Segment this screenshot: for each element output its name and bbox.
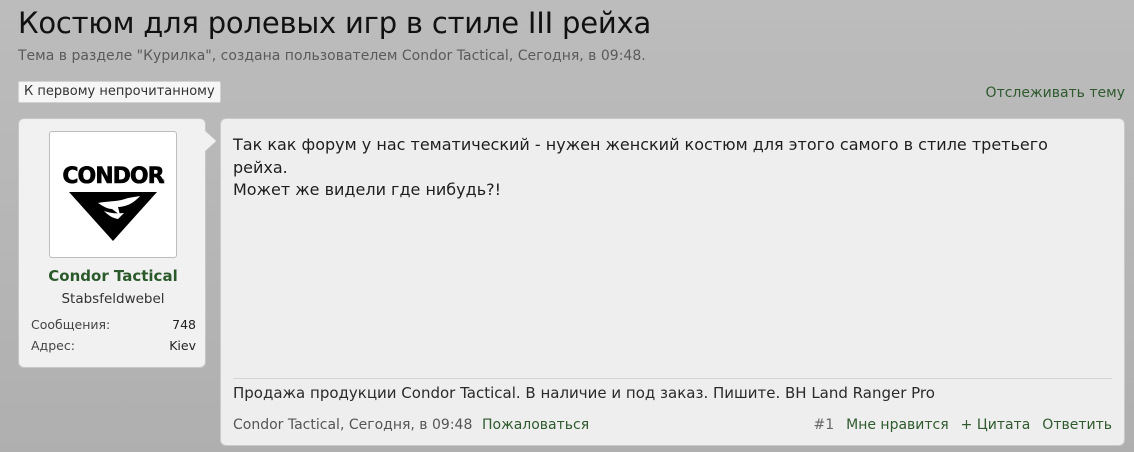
post-author-link[interactable]: Condor Tactical bbox=[233, 417, 340, 433]
watch-thread-link[interactable]: Отслеживать тему bbox=[986, 85, 1125, 101]
post-line: Так как форум у нас тематический - нужен… bbox=[233, 135, 1048, 177]
stat-value: 748 bbox=[172, 317, 196, 332]
stat-value: Kiev bbox=[169, 338, 196, 353]
post-number-link[interactable]: #1 bbox=[813, 417, 834, 433]
report-link[interactable]: Пожаловаться bbox=[482, 417, 589, 433]
post-time[interactable]: , Сегодня, в 09:48 bbox=[340, 417, 472, 433]
post-meta: Condor Tactical, Сегодня, в 09:48 bbox=[233, 417, 472, 433]
user-title: Stabsfeldwebel bbox=[61, 291, 165, 307]
stat-label: Адрес: bbox=[31, 338, 75, 353]
post-body: Так как форум у нас тематический - нужен… bbox=[220, 118, 1125, 446]
user-info-panel: CONDOR Condor Tactical Stabsfeldwebel Со… bbox=[18, 118, 206, 368]
user-stat-location: Адрес: Kiev bbox=[31, 338, 196, 353]
post-pointer bbox=[205, 131, 216, 151]
thread-title: Костюм для ролевых игр в стиле III рейха bbox=[18, 6, 652, 40]
post-message: Так как форум у нас тематический - нужен… bbox=[233, 134, 1093, 202]
signature-divider bbox=[233, 378, 1112, 379]
quote-button[interactable]: + Цитата bbox=[961, 417, 1031, 433]
post-line: Может же видели где нибудь?! bbox=[233, 180, 502, 199]
post-actions: #1 Мне нравится + Цитата Ответить bbox=[813, 417, 1112, 433]
first-unread-button[interactable]: К первому непрочитанному bbox=[18, 81, 221, 103]
logo-text: CONDOR bbox=[62, 164, 164, 189]
stat-label: Сообщения: bbox=[31, 317, 111, 332]
post-signature: Продажа продукции Condor Tactical. В нал… bbox=[233, 384, 935, 402]
username-link[interactable]: Condor Tactical bbox=[19, 267, 207, 285]
reply-button[interactable]: Ответить bbox=[1042, 417, 1112, 433]
avatar[interactable]: CONDOR bbox=[49, 131, 177, 258]
user-stat-messages: Сообщения: 748 bbox=[31, 317, 196, 332]
condor-logo-icon: CONDOR bbox=[62, 163, 166, 241]
like-button[interactable]: Мне нравится bbox=[846, 417, 949, 433]
thread-subtitle: Тема в разделе "Курилка", создана пользо… bbox=[18, 48, 646, 64]
